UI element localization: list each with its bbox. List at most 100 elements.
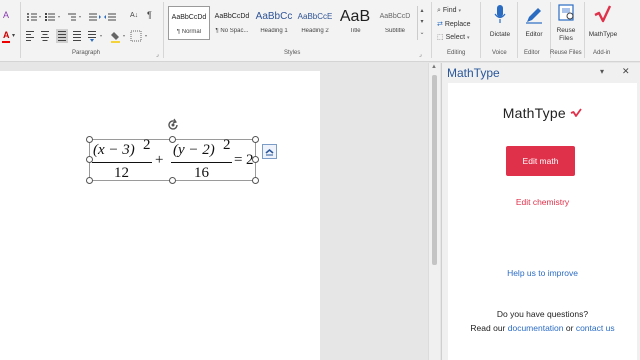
equation-plus: + [155,152,164,168]
text-effects-icon[interactable]: A [3,10,9,20]
resize-handle[interactable] [86,136,93,143]
or-text: or [565,323,574,333]
resize-handle[interactable] [252,136,259,143]
layout-options-button[interactable] [262,144,277,159]
pane-options-dropdown-icon[interactable]: ▾ [600,67,604,76]
paragraph-row2-icons[interactable] [26,28,166,44]
ribbon-separator [431,2,432,58]
style-normal[interactable]: AaBbCcDd ¶ Normal [168,6,210,40]
chevron-down-icon: ▾ [458,8,461,14]
edit-chemistry-link[interactable]: Edit chemistry [448,197,637,207]
reuse-files-label: Reuse Files [556,27,576,42]
style-name: Heading 2 [301,28,329,34]
style-heading-1[interactable]: AaBbCc Heading 1 [253,6,295,40]
paragraph-launcher-icon[interactable]: ⌟ [156,51,159,58]
paragraph-group-label: Paragraph [72,50,101,56]
font-color-icon[interactable]: A [3,30,10,40]
style-name: Heading 1 [260,28,288,34]
style-no-spacing[interactable]: AaBbCcDd ¶ No Spac... [211,6,253,40]
microphone-icon [494,5,506,23]
replace-label: Replace [444,21,471,28]
select-button[interactable]: ⬚ Select ▾ [437,33,470,41]
replace-button[interactable]: ⇄ Replace [437,20,471,28]
fraction-bar-1 [92,162,152,163]
style-sample: AaBbCc [255,11,293,22]
reuse-files-group-label: Reuse Files [550,50,582,56]
style-heading-2[interactable]: AaBbCcE Heading 2 [294,6,336,40]
find-button[interactable]: ⌕ Find ▾ [437,7,461,15]
mathtype-ribbon-button[interactable]: MathType [585,4,621,39]
equation-equals: = [234,152,243,168]
style-name: Title [349,28,361,34]
documentation-link[interactable]: documentation [508,323,564,333]
questions-text: Do you have questions? [496,309,589,319]
document-page[interactable]: (x − 3) 2 12 + (y − 2) 2 16 = 2 [0,71,320,360]
vertical-scrollbar[interactable]: ▲ [428,63,440,360]
equation-denominator-2: 16 [194,165,209,181]
chevron-down-icon[interactable]: ▾ [12,31,15,41]
pane-content: MathType Edit math Edit chemistry Help u… [448,83,637,360]
rotate-handle-icon[interactable] [165,117,181,133]
addin-group-label: Add-in [593,50,611,56]
equation-exponent-1: 2 [143,137,151,153]
ribbon-separator [480,2,481,58]
reuse-files-button[interactable]: Reuse Files [548,4,584,43]
resize-handle[interactable] [169,177,176,184]
help-links-line: Read our documentation or contact us [448,323,637,333]
paragraph-row1-icons[interactable] [26,11,136,23]
replace-icon: ⇄ [437,21,443,28]
ribbon-separator [163,2,164,58]
dictate-label: Dictate [489,31,511,38]
sort-icon[interactable]: A↓ [130,11,138,21]
font-color-bar [2,41,10,43]
scroll-up-icon[interactable]: ▲ [431,64,437,70]
close-icon[interactable]: ✕ [622,66,630,77]
mathtype-label: MathType [588,31,618,38]
styles-scroll-buttons[interactable]: ▴ ▾ ⌄ [417,6,426,40]
scrollbar-thumb[interactable] [432,75,437,265]
read-our-text: Read our [470,323,506,333]
ribbon-separator [20,2,21,58]
styles-group-label: Styles [284,50,301,56]
editor-button[interactable]: Editor [516,4,552,39]
editor-group-label: Editor [524,50,540,56]
style-name: ¶ No Spac... [215,28,249,34]
pane-title: MathType [447,66,500,80]
style-title[interactable]: AaB Title [334,6,376,40]
pilcrow-icon[interactable]: ¶ [147,10,152,20]
help-improve-link[interactable]: Help us to improve [448,268,637,278]
style-name: Subtitle [384,28,405,34]
style-sample: AaBbCcE [297,12,333,21]
style-sample: AaBbCcD [379,13,411,20]
find-label: Find [442,7,457,14]
mathtype-logo-text: MathType [502,105,566,121]
layout-options-icon [265,148,274,156]
mathtype-check-icon [570,108,582,117]
styles-launcher-icon[interactable]: ⌟ [419,51,422,58]
style-sample: AaBbCcDd [171,14,207,21]
dictate-button[interactable]: Dictate [482,4,518,39]
editor-label: Editor [525,31,543,38]
edit-math-button[interactable]: Edit math [506,146,575,176]
equation-rhs: 2 [246,152,254,168]
search-icon: ⌕ [437,7,441,14]
resize-handle[interactable] [86,177,93,184]
contact-us-link[interactable]: contact us [576,323,615,333]
document-area: (x − 3) 2 12 + (y − 2) 2 16 = 2 [0,63,430,360]
style-subtitle[interactable]: AaBbCcD Subtitle [374,6,416,40]
fraction-bar-2 [171,162,232,163]
equation-denominator-1: 12 [114,165,129,181]
style-sample: AaB [339,8,371,25]
chevron-down-icon: ▾ [467,35,470,41]
equation-exponent-2: 2 [223,137,231,153]
voice-group-label: Voice [492,50,507,56]
mathtype-logo: MathType [448,105,637,123]
editing-group-label: Editing [447,50,466,56]
mathtype-task-pane: MathType ▾ ✕ MathType Edit math Edit che… [441,63,640,360]
reuse-files-icon [558,4,574,21]
select-label: Select [445,34,466,41]
style-name: ¶ Normal [176,29,202,35]
resize-handle[interactable] [252,177,259,184]
equation-numerator-2: (y − 2) [173,142,215,158]
mathtype-logo-icon [594,5,612,23]
